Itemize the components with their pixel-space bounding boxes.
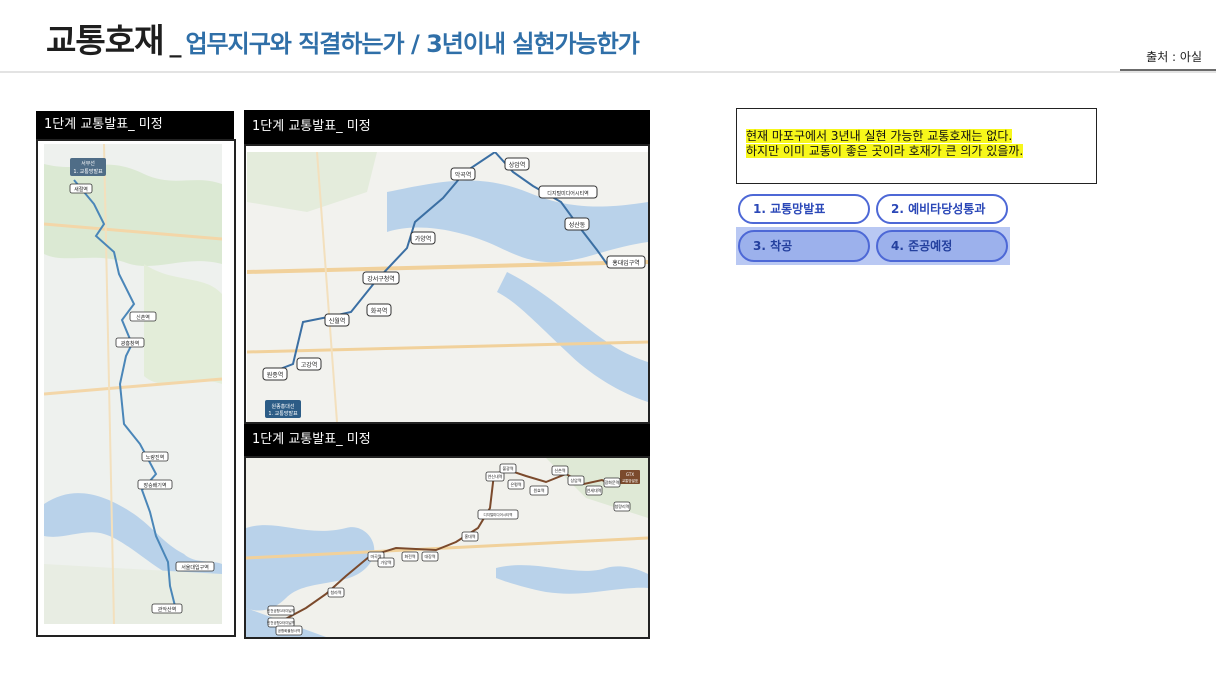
map-left-svg: 서부선 1. 교통망발표 새절역 신촌역 광흥창역 노량진역 장승배기역 서울대… xyxy=(44,144,222,624)
map-br-station: 은평역 xyxy=(510,481,521,487)
map-left[interactable]: 서부선 1. 교통망발표 새절역 신촌역 광흥창역 노량진역 장승배기역 서울대… xyxy=(44,144,222,624)
title-main: 교통호재 xyxy=(46,21,164,60)
step-3-button[interactable]: 3. 착공 xyxy=(738,230,870,262)
step-4-button[interactable]: 4. 준공예정 xyxy=(876,230,1008,262)
map-br-station: 화전역 xyxy=(404,553,415,559)
title-separator: _ xyxy=(169,30,182,58)
source-label: 출처 : 아실 xyxy=(1146,50,1202,64)
map-br-station: 청라역 xyxy=(330,589,341,595)
map-tr-station: 원종역 xyxy=(267,371,284,379)
map-br-station: 공항화물청사역 xyxy=(278,628,301,633)
map-left-badge-line2: 1. 교통망발표 xyxy=(73,168,103,175)
map-tr-station: 디지털미디어시티역 xyxy=(547,190,588,197)
map-br-station: 원효역 xyxy=(533,487,544,493)
map-br-badge-line1: GTX xyxy=(626,472,634,477)
map-tr-badge-line2: 1. 교통망발표 xyxy=(268,410,298,417)
header-divider-accent xyxy=(1120,69,1216,71)
map-br-station: 신촌역 xyxy=(554,467,565,473)
page-title: 교통호재 _ 업무지구와 직결하는가 / 3년이내 실현가능한가 xyxy=(46,14,640,62)
map-br-station: 청량리역 xyxy=(615,503,630,509)
map-br-station: 홍대역 xyxy=(464,533,475,539)
map-left-station: 새절역 xyxy=(74,186,88,193)
map-top-right[interactable]: 원종홍대선 1. 교통망발표 원종역 고강역 신월역 화곡역 강서구청역 가양역… xyxy=(247,152,648,422)
map-br-station: 마곡역 xyxy=(370,553,381,559)
info-line-1: 현재 마포구에서 3년내 실현 가능한 교통호재는 없다. xyxy=(746,129,1013,143)
map-br-badge-line2: 교통망발표 xyxy=(622,478,639,483)
map-br-station: 인천공항2터미널역 xyxy=(267,620,295,625)
map-br-station: 연신내역 xyxy=(488,473,503,479)
map-tr-station: 악곡역 xyxy=(455,171,472,179)
map-tr-badge-line1: 원종홍대선 xyxy=(271,403,294,410)
map-tr-station: 상암역 xyxy=(509,161,526,169)
map-left-station: 서울대입구역 xyxy=(181,564,209,571)
panel-header-left: 1단계 교통발표_ 미정 xyxy=(36,111,234,139)
map-left-station: 광흥창역 xyxy=(121,340,139,347)
step-2-button[interactable]: 2. 예비타당성통과 xyxy=(876,194,1008,224)
map-tr-station: 성산동 xyxy=(569,221,586,229)
map-tr-station: 화곡역 xyxy=(371,307,388,315)
map-left-station: 신촌역 xyxy=(136,314,150,321)
panel-header-bottom-right: 1단계 교통발표_ 미정 xyxy=(244,424,650,456)
info-box: 현재 마포구에서 3년내 실현 가능한 교통호재는 없다. 하지만 이미 교통이… xyxy=(736,108,1097,184)
title-subtitle: 업무지구와 직결하는가 / 3년이내 실현가능한가 xyxy=(185,30,639,58)
map-tr-station: 강서구청역 xyxy=(367,275,395,283)
map-bottom-right-svg: GTX 교통망발표 인천공항1터미널역 인천공항2터미널역 공항화물청사역 청라… xyxy=(246,458,648,637)
map-br-station: 불광역 xyxy=(502,465,513,471)
map-br-station: 연세대역 xyxy=(587,487,602,493)
map-br-station: 인천공항1터미널역 xyxy=(267,608,295,613)
map-left-station: 장승배기역 xyxy=(143,482,166,489)
map-tr-station: 가양역 xyxy=(415,235,432,243)
header-divider xyxy=(0,71,1216,73)
map-bottom-right[interactable]: GTX 교통망발표 인천공항1터미널역 인천공항2터미널역 공항화물청사역 청라… xyxy=(246,458,648,637)
map-br-station: 가양역 xyxy=(380,559,391,565)
map-left-station: 노량진역 xyxy=(146,454,164,461)
map-left-station: 관악산역 xyxy=(158,606,176,613)
step-1-button[interactable]: 1. 교통망발표 xyxy=(738,194,870,224)
info-line-2: 하지만 이미 교통이 좋은 곳이라 호재가 큰 의가 있을까. xyxy=(746,144,1024,158)
map-top-right-svg: 원종홍대선 1. 교통망발표 원종역 고강역 신월역 화곡역 강서구청역 가양역… xyxy=(247,152,648,422)
map-tr-station: 신월역 xyxy=(329,317,346,325)
map-tr-station: 고강역 xyxy=(301,361,318,369)
map-br-station: 광화문역 xyxy=(605,479,620,485)
map-br-station: 상암역 xyxy=(570,477,581,483)
map-br-station: 디지털미디어시티역 xyxy=(484,512,513,517)
panel-header-top-right: 1단계 교통발표_ 미정 xyxy=(244,110,650,144)
map-tr-station: 홍대입구역 xyxy=(612,259,640,267)
map-left-badge-line1: 서부선 xyxy=(81,160,95,167)
map-br-station: 대장역 xyxy=(424,553,435,559)
